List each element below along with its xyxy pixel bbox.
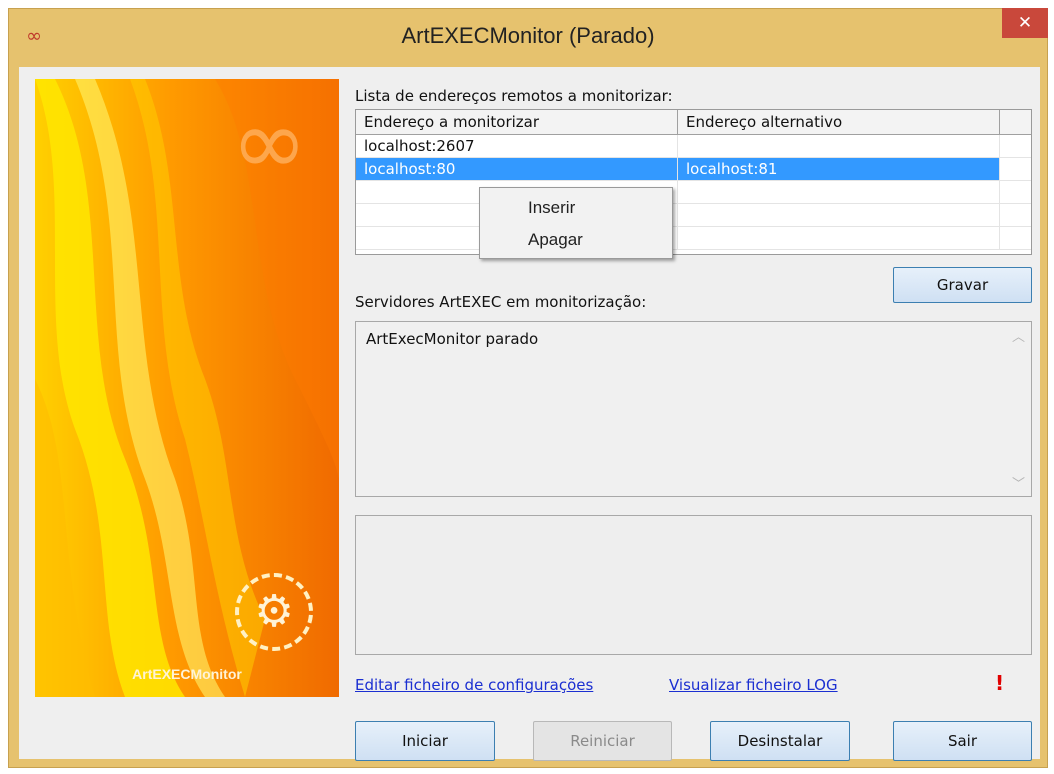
column-header-address[interactable]: Endereço a monitorizar xyxy=(356,110,678,134)
address-table[interactable]: Endereço a monitorizar Endereço alternat… xyxy=(355,109,1032,255)
column-header-alternative[interactable]: Endereço alternativo xyxy=(678,110,1000,134)
cell-empty[interactable] xyxy=(678,181,1000,203)
title-bar[interactable]: ∞ ArtEXECMonitor (Parado) ✕ xyxy=(9,8,1048,65)
log-panel xyxy=(355,515,1032,655)
banner-label: ArtEXECMonitor xyxy=(132,666,242,682)
main-window: ∞ ArtEXECMonitor (Parado) ✕ ∞ ⚙ ArtEXECM… xyxy=(8,8,1048,768)
table-header: Endereço a monitorizar Endereço alternat… xyxy=(356,110,1031,135)
monitor-list-label: Lista de endereços remotos a monitorizar… xyxy=(355,87,673,105)
warning-icon[interactable]: ! xyxy=(995,671,1004,695)
exit-button[interactable]: Sair xyxy=(893,721,1032,761)
menu-item-delete[interactable]: Apagar xyxy=(528,230,583,250)
scroll-up-icon[interactable]: ︿ xyxy=(1012,326,1025,345)
close-button[interactable]: ✕ xyxy=(1002,8,1048,38)
table-row-empty[interactable] xyxy=(356,181,1031,204)
uninstall-button[interactable]: Desinstalar xyxy=(710,721,850,761)
client-area: ∞ ⚙ ArtEXECMonitor Lista de endereços re… xyxy=(19,67,1040,761)
table-row[interactable]: localhost:2607 xyxy=(356,135,1031,158)
cell-empty[interactable] xyxy=(678,204,1000,226)
start-button[interactable]: Iniciar xyxy=(355,721,495,761)
cell-empty[interactable] xyxy=(678,227,1000,249)
save-button[interactable]: Gravar xyxy=(893,267,1032,303)
cell-alternative[interactable]: localhost:81 xyxy=(678,158,1000,180)
scroll-down-icon[interactable]: ﹀ xyxy=(1012,473,1025,492)
table-row-empty[interactable] xyxy=(356,204,1031,227)
cell-address[interactable]: localhost:2607 xyxy=(356,135,678,157)
view-log-link[interactable]: Visualizar ficheiro LOG xyxy=(669,676,838,694)
banner-infinity-logo-icon: ∞ xyxy=(231,89,308,196)
menu-item-insert[interactable]: Inserir xyxy=(528,198,575,218)
servers-status-text: ArtExecMonitor parado xyxy=(366,330,539,348)
table-row-empty[interactable] xyxy=(356,227,1031,250)
gear-cycle-icon: ⚙ xyxy=(235,573,313,651)
servers-label: Servidores ArtEXEC em monitorização: xyxy=(355,293,647,311)
servers-textarea[interactable]: ArtExecMonitor parado ︿ ﹀ xyxy=(355,321,1032,497)
table-row-selected[interactable]: localhost:80 localhost:81 xyxy=(356,158,1031,181)
brand-banner: ∞ ⚙ ArtEXECMonitor xyxy=(35,79,339,697)
restart-button[interactable]: Reiniciar xyxy=(533,721,672,761)
edit-config-link[interactable]: Editar ficheiro de configurações xyxy=(355,676,593,694)
cell-address[interactable]: localhost:80 xyxy=(356,158,678,180)
gear-icon: ⚙ xyxy=(254,586,294,637)
context-menu: Inserir Apagar xyxy=(479,187,673,259)
window-title: ArtEXECMonitor (Parado) xyxy=(401,23,655,48)
cell-alternative[interactable] xyxy=(678,135,1000,157)
